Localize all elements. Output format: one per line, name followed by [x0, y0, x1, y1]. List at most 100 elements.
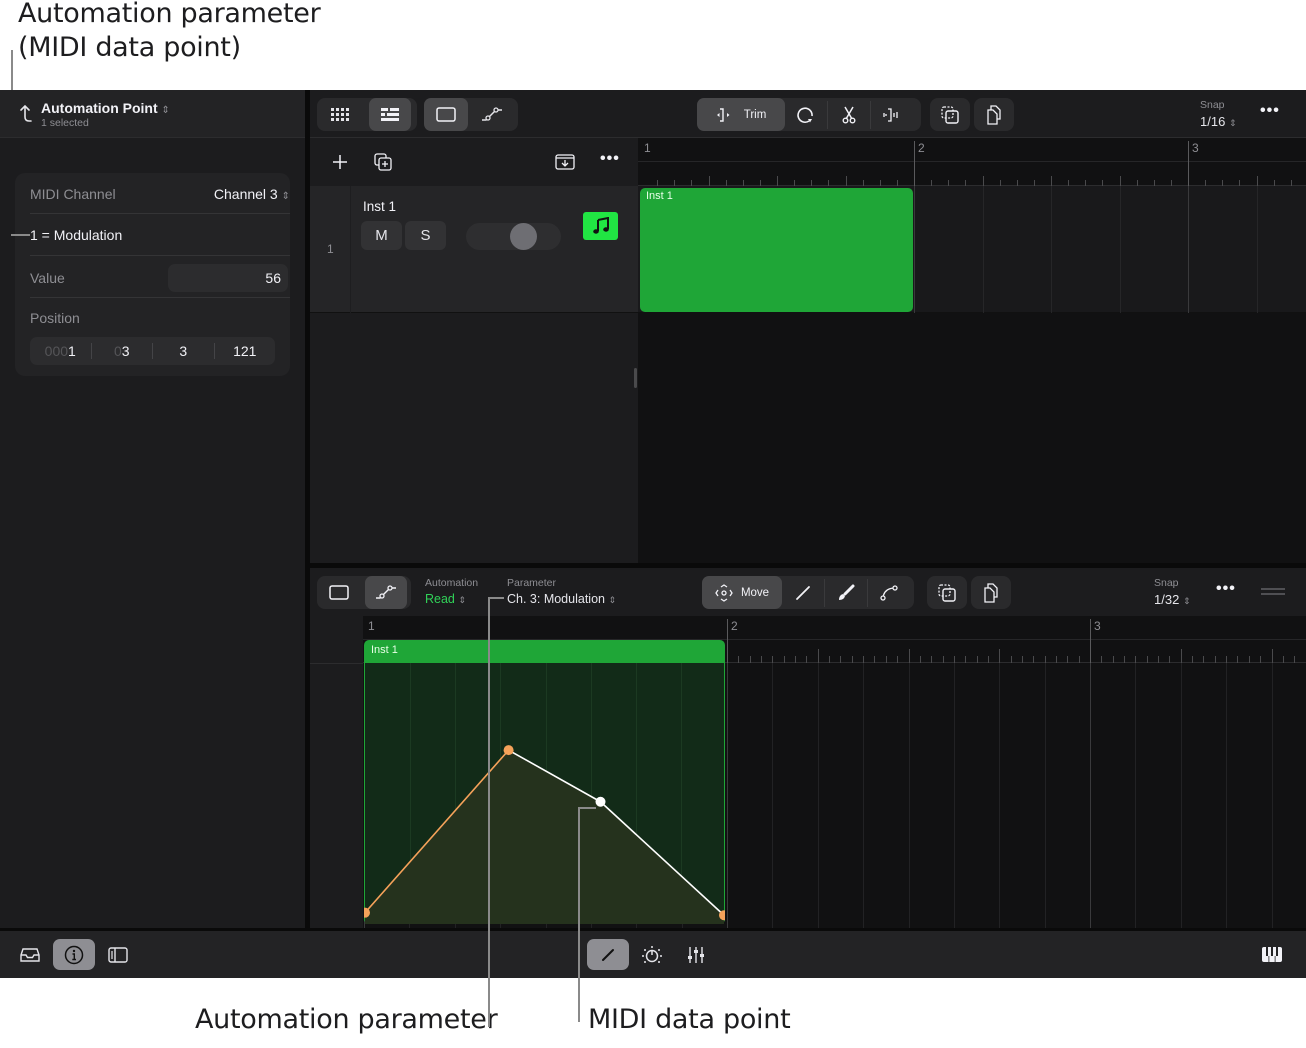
automation-mode-select[interactable]: Read ⇕ [425, 592, 466, 606]
track-row[interactable]: 1 Inst 1 M S [310, 186, 638, 313]
paste-button[interactable] [974, 98, 1014, 131]
scissors-tool-button[interactable] [828, 98, 870, 131]
sidebar-button[interactable] [97, 939, 139, 970]
mute-button[interactable]: M [361, 221, 402, 250]
trim-tool-button[interactable]: Trim [697, 98, 785, 131]
ruler-tick [845, 176, 847, 186]
midi-channel-select[interactable]: Channel 3 ⇕ [214, 186, 290, 202]
grid-view-button[interactable] [317, 98, 363, 131]
drag-handle-icon[interactable] [1261, 588, 1285, 595]
track-number: 1 [327, 242, 334, 256]
midi-region[interactable]: Inst 1 [640, 188, 913, 312]
tracks-view-button[interactable] [369, 98, 411, 131]
copy-button[interactable] [927, 576, 967, 609]
browser-button[interactable] [9, 939, 51, 970]
import-icon[interactable] [555, 154, 575, 170]
ruler-tick [1055, 656, 1057, 663]
curve-icon [880, 584, 898, 601]
position-beat[interactable]: 03 [92, 343, 153, 359]
ruler-tick [749, 656, 751, 663]
ruler-tick [1021, 656, 1023, 663]
inspector-button[interactable] [53, 939, 95, 970]
inspector-header: Automation Point ⇕ 1 selected [0, 90, 305, 138]
ruler-tick [829, 656, 831, 663]
more-button[interactable]: ••• [1260, 102, 1280, 120]
add-track-icon[interactable] [332, 154, 348, 170]
edit-mode-button[interactable] [587, 939, 629, 970]
paste-button[interactable] [971, 576, 1011, 609]
region-mode-button[interactable] [317, 576, 361, 609]
ruler-tick [1294, 656, 1296, 663]
move-tool-button[interactable]: Move [702, 576, 782, 609]
volume-slider[interactable] [466, 223, 561, 250]
join-tool-button[interactable] [871, 98, 913, 131]
curve-tool-button[interactable] [868, 576, 910, 609]
snap-select[interactable]: 1/32 ⇕ [1154, 592, 1190, 607]
automation-point[interactable] [503, 745, 514, 756]
ruler-tick [1192, 656, 1194, 663]
automation-region-header[interactable]: Inst 1 [364, 640, 725, 663]
ruler-tick [931, 656, 933, 663]
snap-select[interactable]: 1/16 ⇕ [1200, 114, 1236, 129]
ruler-tick [708, 176, 710, 186]
ruler-tick [982, 176, 984, 186]
grid-line [982, 186, 984, 313]
track-more-button[interactable]: ••• [600, 150, 620, 168]
position-division[interactable]: 3 [153, 343, 215, 359]
ruler-tick [1226, 656, 1228, 663]
position-tick[interactable]: 121 [215, 343, 276, 359]
position-field[interactable]: 0001 03 3 121 [30, 337, 275, 365]
value-field[interactable]: 56 [168, 264, 288, 292]
duplicate-track-icon[interactable] [374, 153, 392, 171]
volume-knob[interactable] [510, 223, 538, 250]
keyboard-button[interactable] [1251, 939, 1293, 970]
callout-leader [488, 597, 504, 599]
pencil-tool-button[interactable] [782, 576, 824, 609]
knob-icon [642, 945, 662, 963]
ruler-tick [953, 656, 955, 663]
smart-controls-button[interactable] [631, 939, 673, 970]
ruler-tick [851, 656, 853, 663]
bar-line [727, 619, 728, 663]
parameter-select[interactable]: Ch. 3: Modulation ⇕ [507, 592, 616, 606]
bar-line [1090, 619, 1091, 663]
view-toggle-group [317, 98, 417, 131]
mixer-button[interactable] [675, 939, 717, 970]
bar-number: 2 [731, 619, 738, 633]
selected-automation-point[interactable] [595, 796, 606, 807]
grid-line [727, 663, 728, 928]
more-button[interactable]: ••• [1216, 580, 1236, 598]
paste-button-wrap [974, 98, 1014, 131]
ruler[interactable]: 1 2 3 [638, 138, 1306, 186]
grid-line [908, 663, 910, 928]
track-name[interactable]: Inst 1 [363, 199, 396, 214]
automation-mode-button[interactable] [365, 576, 407, 609]
bar-number: 3 [1094, 619, 1101, 633]
tray-icon [20, 947, 40, 962]
trim-icon [716, 107, 730, 122]
back-arrow-icon[interactable] [18, 104, 34, 124]
copy-icon [938, 583, 956, 602]
resize-handle[interactable] [634, 368, 637, 388]
grid-line [1135, 663, 1137, 928]
brush-tool-button[interactable] [825, 576, 867, 609]
position-bar[interactable]: 0001 [30, 343, 92, 359]
join-icon [883, 107, 898, 122]
ruler-divider [638, 161, 1306, 162]
instrument-icon[interactable] [583, 212, 618, 240]
ruler-tick [1180, 649, 1182, 663]
automation-mode-button[interactable] [468, 98, 516, 131]
region-mode-button[interactable] [424, 98, 468, 131]
info-icon [64, 945, 84, 964]
main-toolbar: Trim Snap 1/16 ⇕ ••• [310, 90, 1306, 138]
grid-line [953, 663, 955, 928]
grid-line [1256, 186, 1258, 313]
inspector-title[interactable]: Automation Point ⇕ [41, 100, 170, 116]
copy-button[interactable] [930, 98, 970, 131]
midi-channel-row: MIDI Channel Channel 3 ⇕ [30, 173, 290, 214]
loop-tool-button[interactable] [785, 98, 827, 131]
solo-button[interactable]: S [405, 221, 446, 250]
track-number-column [350, 186, 351, 313]
automation-area [365, 750, 724, 924]
automation-curve[interactable] [364, 663, 725, 925]
